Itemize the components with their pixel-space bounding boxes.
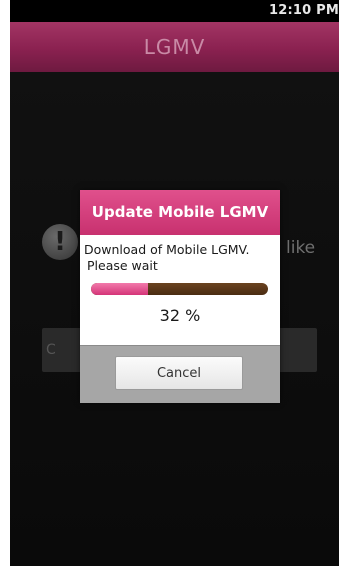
- app-title-bar: LGMV: [10, 22, 339, 72]
- status-bar: 12:10 PM: [10, 0, 339, 22]
- download-progress-bar: [91, 283, 268, 295]
- phone-screen: 12:10 PM LGMV ! like C Update Mobile LGM…: [10, 0, 339, 566]
- background-button-label: C: [46, 342, 56, 358]
- app-title: LGMV: [143, 35, 206, 59]
- cancel-button[interactable]: Cancel: [115, 356, 243, 390]
- dialog-footer: Cancel: [80, 345, 280, 403]
- background-text: like: [286, 238, 316, 258]
- dialog-title: Update Mobile LGMV: [91, 203, 269, 221]
- status-time: 12:10 PM: [269, 3, 339, 18]
- dialog-header: Update Mobile LGMV: [80, 190, 280, 235]
- update-dialog: Update Mobile LGMV Download of Mobile LG…: [80, 190, 280, 403]
- warning-icon: !: [42, 224, 78, 260]
- dialog-message-line2: Please wait: [87, 258, 158, 273]
- dialog-message-line1: Download of Mobile LGMV.: [84, 242, 250, 257]
- download-progress-fill: [91, 283, 148, 295]
- dialog-message: Download of Mobile LGMV. Please wait: [84, 242, 278, 274]
- progress-percent-label: 32 %: [159, 306, 201, 325]
